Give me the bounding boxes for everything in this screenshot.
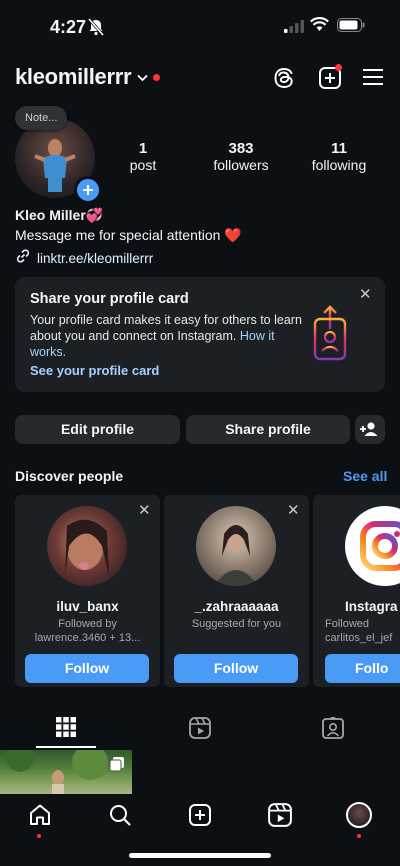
link-icon: [15, 248, 31, 269]
suggestion-card: ✕ iluv_banx Followed by lawrence.3460 + …: [15, 495, 160, 687]
suggestion-reason: Followed by lawrence.3460 + 13...: [34, 618, 141, 644]
nav-create[interactable]: [188, 803, 212, 827]
follow-button[interactable]: Follow: [25, 654, 149, 683]
following-count: 11: [331, 140, 347, 157]
followers-stat[interactable]: 383 followers: [196, 140, 286, 173]
suggestion-reason: Followed carlitos_el_jef: [325, 618, 393, 644]
reels-icon: [268, 803, 292, 827]
profile-header: kleomillerrr: [0, 56, 400, 100]
create-badge-dot: [335, 64, 342, 71]
wifi-icon: [310, 17, 329, 37]
menu-icon[interactable]: [362, 67, 384, 92]
bell-muted-icon: [87, 18, 105, 41]
create-new-icon[interactable]: [318, 64, 342, 95]
instagram-logo-avatar[interactable]: [345, 506, 400, 586]
suggestion-card: Instagra Followed carlitos_el_jef Follo: [313, 495, 400, 687]
suggestion-username[interactable]: iluv_banx: [15, 599, 160, 614]
nav-profile-avatar[interactable]: [346, 802, 372, 828]
discover-people-button[interactable]: [355, 415, 385, 444]
posts-label: post: [129, 157, 157, 173]
discover-people-title: Discover people: [15, 468, 124, 484]
plus-icon: [83, 185, 93, 195]
share-card-title: Share your profile card: [30, 291, 189, 307]
instagram-icon: [360, 521, 400, 571]
tab-tagged[interactable]: [322, 716, 344, 744]
nav-reels[interactable]: [268, 803, 292, 827]
suggestion-reason: Suggested for you: [191, 618, 282, 630]
home-indicator: [129, 853, 271, 858]
posts-stat[interactable]: 1 post: [98, 140, 188, 173]
follow-button[interactable]: Follow: [174, 654, 298, 683]
post-thumbnail[interactable]: [0, 750, 132, 794]
share-profile-button[interactable]: Share profile: [186, 415, 350, 444]
bottom-nav: [0, 794, 400, 866]
notification-dot: [153, 74, 161, 81]
suggestion-avatar[interactable]: [47, 506, 127, 586]
tagged-icon: [322, 716, 344, 739]
nav-home[interactable]: [28, 803, 52, 838]
profile-link[interactable]: linktr.ee/kleomillerrr: [15, 248, 153, 269]
reels-icon: [189, 717, 211, 739]
add-story-button[interactable]: [74, 176, 102, 204]
carousel-icon: [109, 756, 125, 777]
link-text: linktr.ee/kleomillerrr: [37, 251, 154, 266]
tab-grid[interactable]: [56, 717, 76, 742]
home-icon: [30, 804, 50, 825]
suggestion-photo: [65, 519, 109, 576]
signal-icon: [284, 20, 304, 38]
home-activity-dot: [37, 834, 41, 838]
note-bubble[interactable]: Note...: [15, 106, 68, 130]
suggestion-card: ✕ _.zahraaaaaa Suggested for you Follow: [164, 495, 309, 687]
search-icon: [110, 805, 131, 826]
followers-label: followers: [213, 157, 269, 173]
share-card-body: Your profile card makes it easy for othe…: [30, 312, 305, 360]
profile-tabs: [0, 708, 400, 748]
plus-square-icon: [189, 804, 211, 826]
follow-button[interactable]: Follo: [325, 654, 400, 683]
dismiss-icon[interactable]: ✕: [138, 501, 151, 519]
suggestion-username[interactable]: Instagra: [345, 599, 400, 614]
suggestion-username[interactable]: _.zahraaaaaa: [164, 599, 309, 614]
nav-search[interactable]: [108, 803, 132, 827]
share-card-banner: Share your profile card Your profile car…: [15, 277, 385, 392]
grid-icon: [56, 717, 76, 737]
battery-icon: [337, 18, 365, 37]
suggestion-avatar[interactable]: [196, 506, 276, 586]
status-bar: 4:27: [0, 0, 400, 52]
suggestion-photo: [214, 525, 258, 586]
posts-count: 1: [138, 140, 148, 157]
username: kleomillerrr: [15, 64, 132, 89]
see-profile-card-link[interactable]: See your profile card: [30, 363, 159, 378]
followers-count: 383: [228, 140, 254, 157]
profile-bio: Message me for special attention ❤️: [15, 227, 242, 243]
active-tab-indicator: [36, 746, 96, 748]
following-stat[interactable]: 11 following: [294, 140, 384, 173]
profile-card-icon: [310, 305, 350, 368]
following-label: following: [311, 157, 367, 173]
close-icon[interactable]: ✕: [359, 285, 372, 303]
threads-icon[interactable]: [272, 66, 296, 95]
profile-activity-dot: [357, 834, 361, 838]
chevron-down-icon: [137, 69, 148, 87]
status-time: 4:27: [50, 17, 87, 37]
add-person-icon: [360, 422, 378, 436]
see-all-link[interactable]: See all: [343, 468, 387, 484]
profile-name: Kleo Miller💞: [15, 207, 104, 223]
dismiss-icon[interactable]: ✕: [287, 501, 300, 519]
edit-profile-button[interactable]: Edit profile: [15, 415, 180, 444]
tab-reels[interactable]: [189, 717, 211, 744]
account-switcher[interactable]: kleomillerrr: [15, 64, 161, 90]
